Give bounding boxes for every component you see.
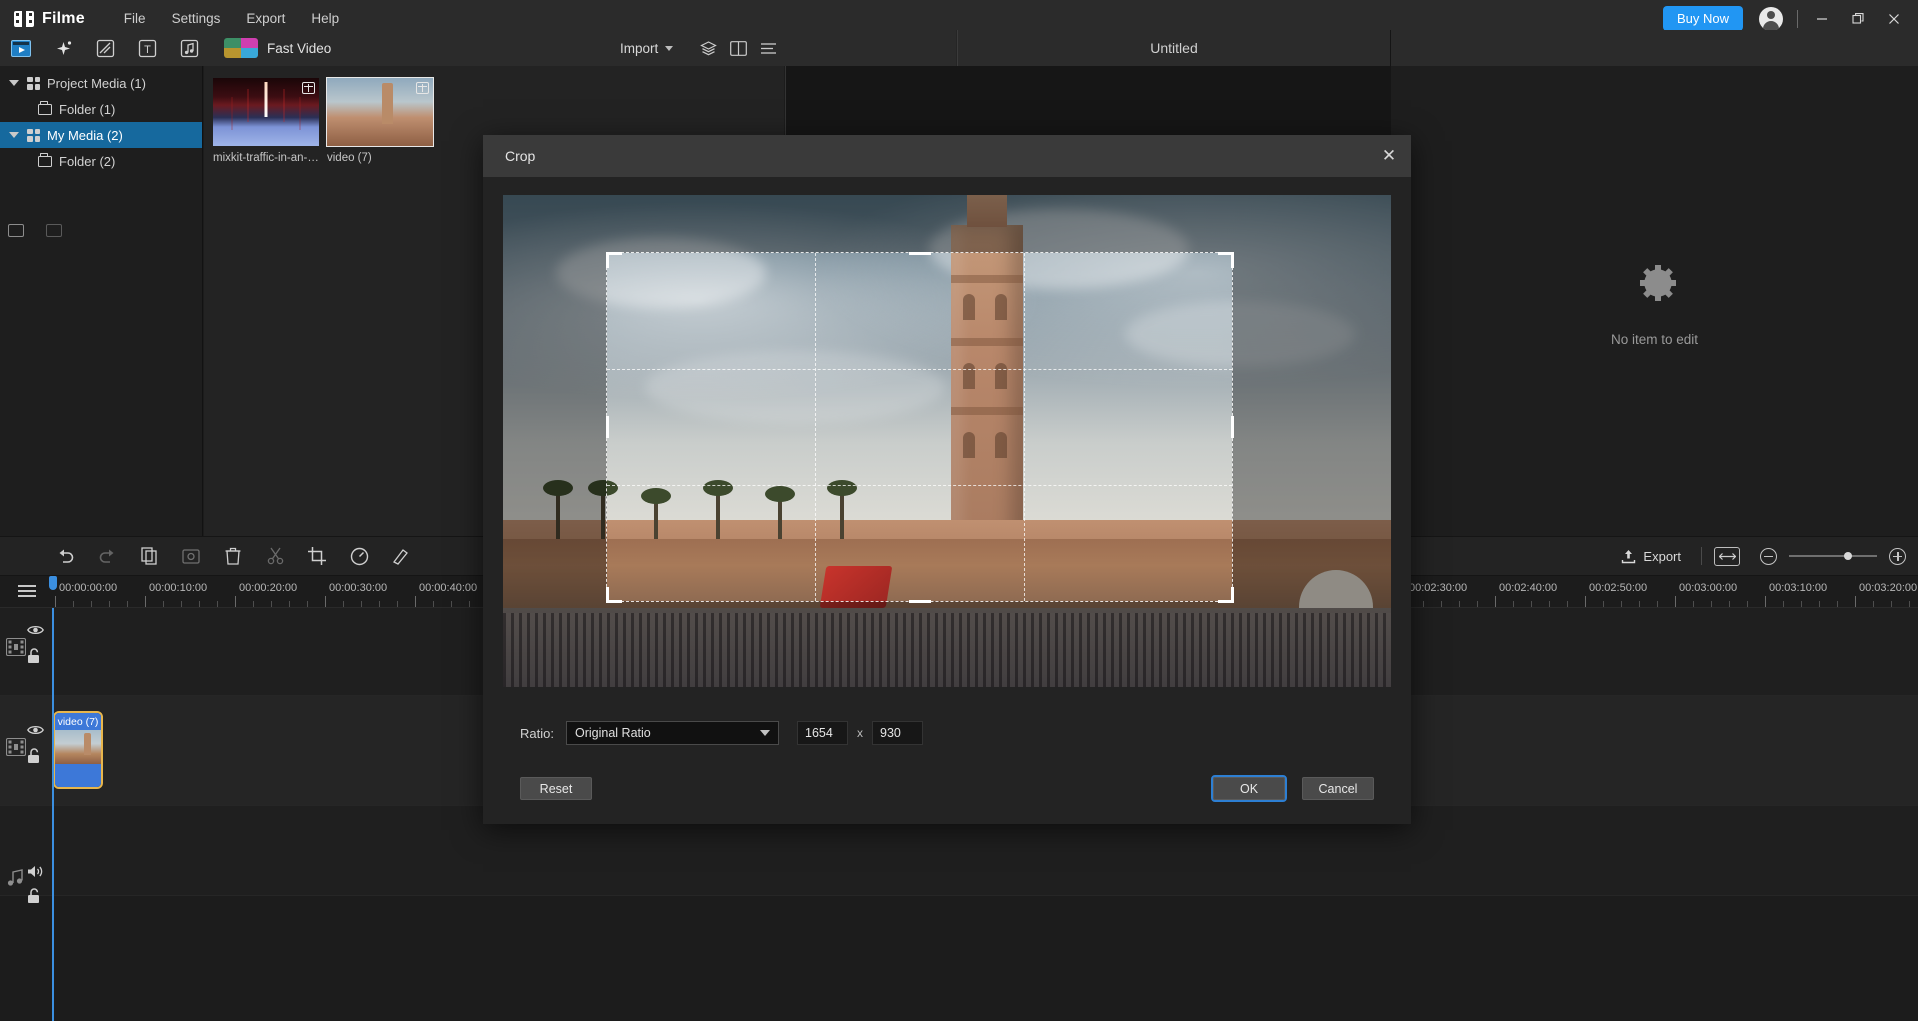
ratio-selected-value: Original Ratio <box>575 726 651 740</box>
crop-height-input[interactable]: 930 <box>872 721 923 745</box>
crop-handle-bottom-left[interactable] <box>605 586 609 603</box>
ratio-select[interactable]: Original Ratio <box>566 721 779 745</box>
chevron-down-icon <box>760 730 770 736</box>
cancel-button[interactable]: Cancel <box>1302 777 1374 800</box>
crop-handle-top[interactable] <box>908 251 931 255</box>
crowd-region <box>503 613 1391 687</box>
crop-dialog-titlebar: Crop ✕ <box>483 135 1411 177</box>
dialog-button-row: Reset OK Cancel <box>503 775 1391 811</box>
filme-app-window: Filme File Settings Export Help Buy Now <box>0 0 1918 1021</box>
dimension-separator: x <box>857 726 863 740</box>
crop-dialog-title: Crop <box>505 148 536 164</box>
crop-handle-left[interactable] <box>605 416 609 438</box>
ok-button[interactable]: OK <box>1211 775 1287 802</box>
reset-button[interactable]: Reset <box>520 777 592 800</box>
crop-handle-top-right[interactable] <box>1230 251 1234 268</box>
crop-preview-stage[interactable] <box>503 195 1391 687</box>
crop-dialog: Crop ✕ Ratio: Original Ratio 1654 x 930 … <box>483 135 1411 824</box>
ratio-row: Ratio: Original Ratio 1654 x 930 <box>520 721 1391 745</box>
crop-handle-bottom[interactable] <box>908 599 931 603</box>
crop-width-input[interactable]: 1654 <box>797 721 848 745</box>
close-icon[interactable]: ✕ <box>1367 135 1411 177</box>
crop-handle-top-left[interactable] <box>605 251 609 268</box>
ratio-label: Ratio: <box>520 725 554 741</box>
modal-overlay: Crop ✕ Ratio: Original Ratio 1654 x 930 … <box>0 0 1918 1021</box>
crop-dialog-body: Ratio: Original Ratio 1654 x 930 Reset O… <box>483 177 1411 811</box>
crop-handle-bottom-right[interactable] <box>1230 586 1234 603</box>
crop-selection-box[interactable] <box>605 251 1234 603</box>
crop-handle-right[interactable] <box>1230 416 1234 438</box>
